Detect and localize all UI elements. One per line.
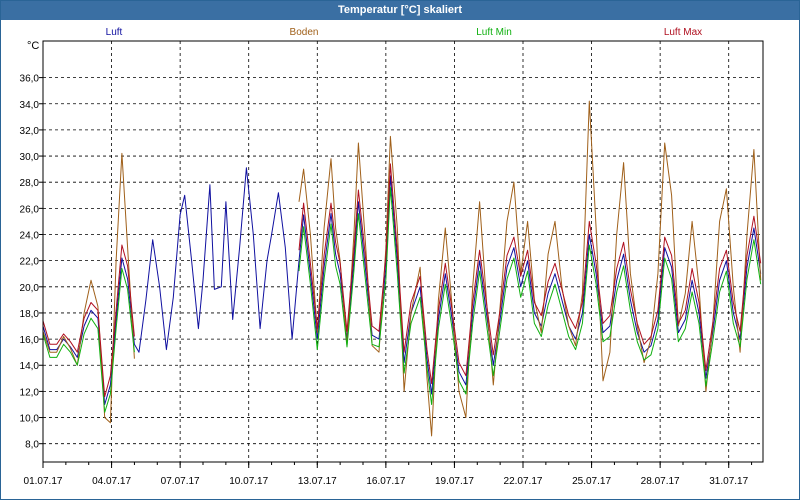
y-tick-label: 8,0: [25, 440, 39, 451]
x-tick-label: 16.07.17: [366, 476, 405, 487]
x-tick-label: 07.07.17: [161, 476, 200, 487]
x-tick-label: 04.07.17: [92, 476, 131, 487]
y-tick-label: 36,0: [20, 74, 40, 85]
y-tick-label: 32,0: [20, 126, 40, 137]
y-tick-label: 24,0: [20, 231, 40, 242]
y-tick-label: 34,0: [20, 100, 40, 111]
y-tick-label: 20,0: [20, 283, 40, 294]
y-tick-label: 12,0: [20, 387, 40, 398]
legend-entry: Luft Min: [476, 27, 512, 38]
legend-entry: Luft Max: [664, 27, 702, 38]
legend-entry: Luft: [106, 27, 123, 38]
y-tick-label: 28,0: [20, 178, 40, 189]
x-tick-label: 25.07.17: [572, 476, 611, 487]
y-tick-label: 14,0: [20, 361, 40, 372]
x-tick-label: 28.07.17: [641, 476, 680, 487]
y-tick-label: 10,0: [20, 414, 40, 425]
window-title: Temperatur [°C] skaliert: [1, 1, 799, 20]
temperature-chart: Luft Boden Luft Min Luft Max °C 8,0 10,0 12,0…: [1, 20, 799, 498]
y-tick-label: 26,0: [20, 204, 40, 215]
x-tick-label: 31.07.17: [709, 476, 748, 487]
y-tick-label: 30,0: [20, 152, 40, 163]
x-tick-label: 22.07.17: [504, 476, 543, 487]
x-tick-label: 01.07.17: [24, 476, 63, 487]
chart-window: Temperatur [°C] skaliert Luft Boden Luft M…: [0, 0, 800, 500]
x-tick-label: 10.07.17: [229, 476, 268, 487]
y-axis-unit-label: °C: [27, 40, 39, 52]
x-tick-label: 13.07.17: [298, 476, 337, 487]
x-tick-label: 19.07.17: [435, 476, 474, 487]
y-tick-label: 18,0: [20, 309, 40, 320]
y-tick-label: 16,0: [20, 335, 40, 346]
y-tick-label: 22,0: [20, 257, 40, 268]
legend-entry: Boden: [290, 27, 319, 38]
